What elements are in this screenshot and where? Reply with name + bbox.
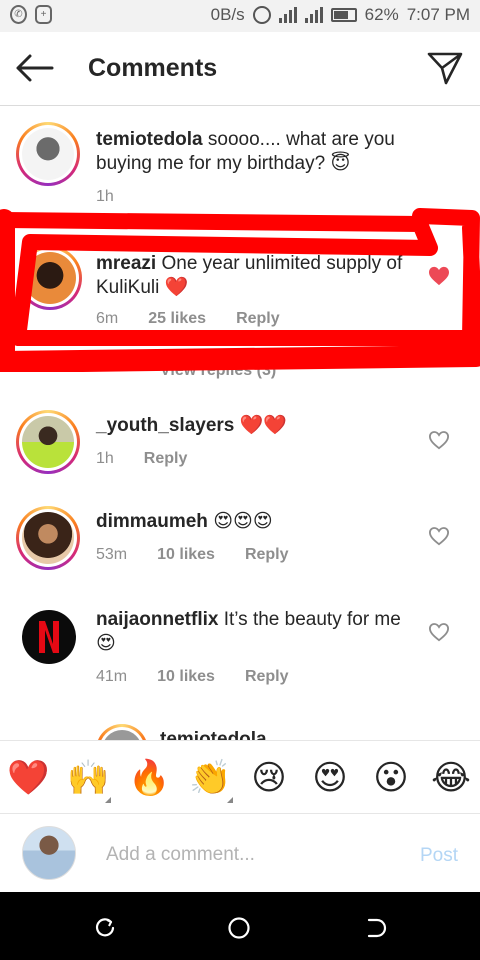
comment-username[interactable]: temiotedola xyxy=(160,729,267,740)
raised-hands-emoji-button[interactable]: 🙌 xyxy=(67,757,111,803)
heart-emoji-button[interactable]: ❤️ xyxy=(7,757,49,799)
recent-apps-icon[interactable] xyxy=(93,916,117,940)
paper-plane-icon[interactable] xyxy=(426,50,464,86)
heart-outline-icon[interactable] xyxy=(428,622,450,642)
comment-time: 1h xyxy=(96,188,114,205)
android-nav-bar xyxy=(0,892,480,960)
heart-outline-icon[interactable] xyxy=(428,526,450,546)
page-title: Comments xyxy=(88,54,218,82)
view-replies-link[interactable]: View replies (3) xyxy=(160,362,276,380)
battery-percent: 62% xyxy=(364,5,399,24)
post-button[interactable]: Post xyxy=(420,845,458,867)
comment-username[interactable]: _youth_slayers xyxy=(96,415,234,436)
avatar[interactable] xyxy=(96,724,148,740)
comment-text: naijaonnetflix It’s the beauty for me 😍 xyxy=(96,608,416,656)
comment-body: 😍😍😍 xyxy=(213,511,273,532)
comment-time: 6m xyxy=(96,310,119,327)
comment-body: ❤️❤️ xyxy=(239,415,287,436)
comment-time: 1h xyxy=(96,450,114,467)
status-bar: ✆ + 0B/s 62% 7:07 PM xyxy=(0,0,480,32)
profile-photo xyxy=(22,128,74,180)
back-icon[interactable] xyxy=(363,916,387,940)
comment-likes[interactable]: 10 likes xyxy=(157,546,215,564)
crying-emoji-button[interactable]: 😢 xyxy=(248,757,290,799)
comment-time: 41m xyxy=(96,668,128,685)
avatar[interactable] xyxy=(16,506,80,570)
battery-saver-icon: + xyxy=(35,5,52,24)
alarm-icon xyxy=(252,6,271,24)
reply-button[interactable]: Reply xyxy=(245,546,289,564)
my-avatar xyxy=(22,826,76,880)
comment-likes[interactable]: 10 likes xyxy=(157,668,215,686)
clapping-emoji: 👏 xyxy=(189,758,232,798)
comment-username[interactable]: naijaonnetflix xyxy=(96,609,218,630)
avatar[interactable] xyxy=(22,610,76,664)
status-left: ✆ + xyxy=(10,5,52,24)
comment-meta: 1h xyxy=(96,188,114,206)
heart-filled-icon[interactable] xyxy=(428,266,450,286)
profile-photo xyxy=(22,512,74,564)
comment-meta: 1h Reply xyxy=(96,450,187,468)
laughing-emoji-button[interactable]: 😂 xyxy=(430,757,472,799)
skin-tone-indicator xyxy=(227,797,233,803)
netflix-logo-icon xyxy=(39,621,59,653)
comment-time: 53m xyxy=(96,546,128,563)
comment-likes[interactable]: 25 likes xyxy=(148,310,206,328)
avatar[interactable] xyxy=(18,246,82,310)
fire-emoji-button[interactable]: 🔥 xyxy=(128,757,170,799)
arrow-left-icon[interactable] xyxy=(14,52,54,84)
surprised-emoji-button[interactable]: 😮 xyxy=(370,757,412,799)
profile-photo xyxy=(24,252,76,304)
profile-photo xyxy=(22,416,74,468)
raised-hands-emoji: 🙌 xyxy=(67,758,110,798)
comment-composer: Post xyxy=(0,814,480,892)
comment-meta: 53m 10 likes Reply xyxy=(96,546,289,564)
quick-reactions-bar: ❤️ 🙌 🔥 👏 😢 😍 😮 😂 xyxy=(0,740,480,814)
comment-text: dimmaumeh 😍😍😍 xyxy=(96,510,416,534)
comment-input[interactable] xyxy=(106,842,386,868)
comment-username[interactable]: mreazi xyxy=(96,253,156,274)
reply-button[interactable]: Reply xyxy=(144,450,188,468)
comment-item: temiotedola xyxy=(0,722,480,740)
header: Comments xyxy=(0,32,480,106)
comment-meta: 6m 25 likes Reply xyxy=(96,310,280,328)
profile-photo xyxy=(102,730,142,740)
whatsapp-icon: ✆ xyxy=(10,5,27,24)
avatar[interactable] xyxy=(16,410,80,474)
comment-username[interactable]: dimmaumeh xyxy=(96,511,208,532)
avatar[interactable] xyxy=(16,122,80,186)
battery-icon xyxy=(330,8,357,22)
heart-eyes-emoji-button[interactable]: 😍 xyxy=(309,757,351,799)
heart-outline-icon[interactable] xyxy=(428,430,450,450)
status-right: 0B/s 62% 7:07 PM xyxy=(211,5,470,25)
comment-text: mreazi One year unlimited supply of Kuli… xyxy=(96,252,416,300)
clock: 7:07 PM xyxy=(406,5,470,24)
net-speed: 0B/s xyxy=(210,5,245,24)
skin-tone-indicator xyxy=(105,797,111,803)
signal-icon-2 xyxy=(304,7,323,23)
comment-text: _youth_slayers ❤️❤️ xyxy=(96,414,416,438)
comment-text: temiotedola soooo.... what are you buyin… xyxy=(96,128,416,176)
clapping-emoji-button[interactable]: 👏 xyxy=(189,757,233,803)
signal-icon xyxy=(278,7,297,23)
comment-text: temiotedola xyxy=(160,728,480,740)
home-icon[interactable] xyxy=(227,916,251,940)
comment-meta: 41m 10 likes Reply xyxy=(96,668,289,686)
reply-button[interactable]: Reply xyxy=(236,310,280,328)
comment-username[interactable]: temiotedola xyxy=(96,129,203,150)
reply-button[interactable]: Reply xyxy=(245,668,289,686)
